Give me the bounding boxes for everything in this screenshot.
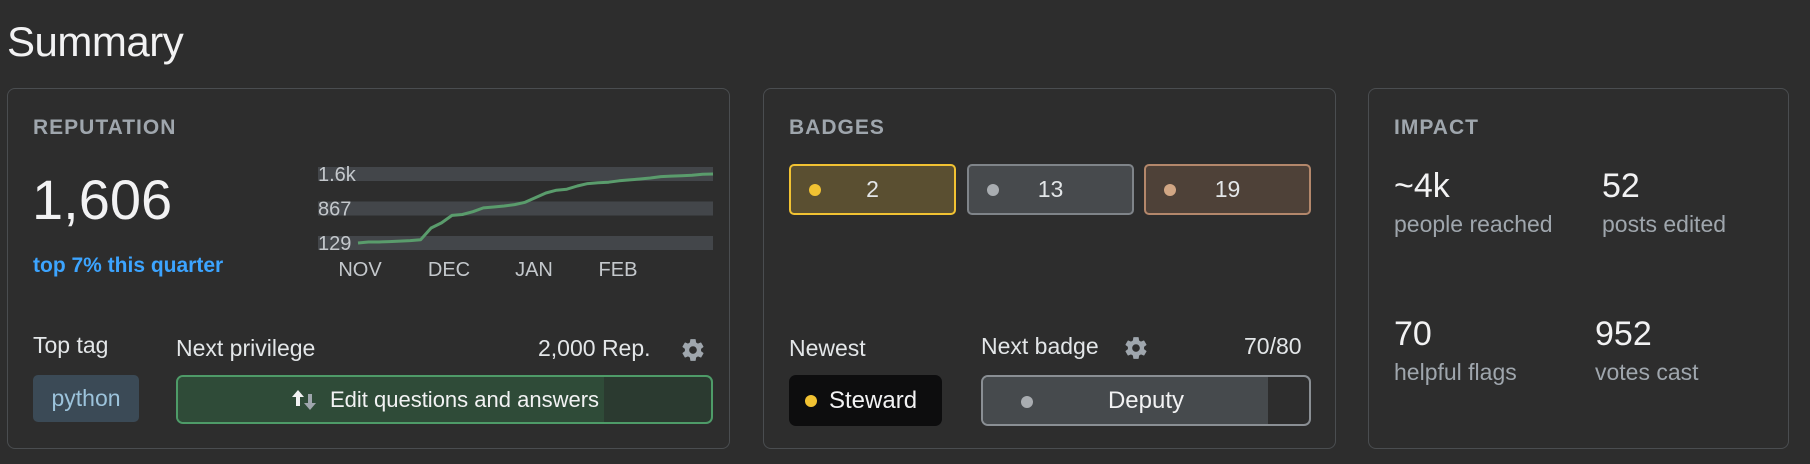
reputation-value: 1,606 [32,168,173,231]
edit-arrows-icon [291,389,316,410]
chart-y-tick: 129 [318,233,351,255]
bronze-dot-icon [1164,183,1176,196]
silver-count: 13 [1037,176,1064,202]
chart-x-tick: NOV [338,259,382,281]
chart-x-tick: JAN [515,259,553,281]
chart-y-tick: 1.6k [318,164,357,186]
gold-badges[interactable]: 2 [789,164,956,215]
posts-edited-label: posts edited [1602,211,1727,237]
next-badge-progress-text: 70/80 [1244,333,1302,359]
newest-badge-steward[interactable]: Steward [789,375,942,426]
top-tag-python[interactable]: python [33,375,139,422]
next-badge-label: Next badge [981,333,1099,359]
newest-label: Newest [789,335,866,361]
reputation-top-percent[interactable]: top 7% this quarter [33,254,223,278]
helpful-flags-label: helpful flags [1394,359,1517,385]
reputation-card: REPUTATION 1,606 top 7% this quarter 1.6… [7,88,730,449]
posts-edited-value: 52 [1602,167,1640,205]
silver-badges[interactable]: 13 [967,164,1134,215]
chart-y-tick: 867 [318,199,351,221]
top-tag-label: Top tag [33,332,109,358]
gold-dot-icon [809,183,821,196]
votes-cast-value: 952 [1595,315,1652,353]
page-title: Summary [7,18,184,65]
privilege-name: Edit questions and answers [329,386,600,412]
next-privilege-label: Next privilege [176,335,316,361]
gold-dot-icon [805,394,817,407]
gear-icon[interactable] [680,337,706,363]
next-privilege-progress[interactable]: Edit questions and answers [176,375,713,424]
newest-badge-name: Steward [829,386,918,414]
next-badge-deputy[interactable]: Deputy [981,375,1311,426]
helpful-flags-value: 70 [1394,315,1432,353]
votes-cast-label: votes cast [1595,359,1699,385]
reputation-label: REPUTATION [33,116,177,139]
gear-icon[interactable] [1123,335,1149,361]
bronze-count: 19 [1214,176,1241,202]
chart-x-tick: FEB [599,259,638,281]
people-reached-label: people reached [1394,211,1553,237]
silver-dot-icon [987,183,999,196]
badges-label: BADGES [789,116,885,139]
reputation-chart: 1.6k 867 129 NOV DEC JAN FEB [318,164,714,281]
badges-card: BADGES 2 13 19 Newest Steward Next badge… [763,88,1336,449]
impact-card: IMPACT ~4k people reached 52 posts edite… [1368,88,1789,449]
next-privilege-rep: 2,000 Rep. [538,335,651,361]
gold-count: 2 [866,176,879,202]
people-reached-value: ~4k [1394,167,1450,205]
next-badge-name: Deputy [1107,386,1185,414]
chart-x-tick: DEC [428,259,470,281]
impact-label: IMPACT [1394,116,1479,139]
bronze-badges[interactable]: 19 [1144,164,1311,215]
